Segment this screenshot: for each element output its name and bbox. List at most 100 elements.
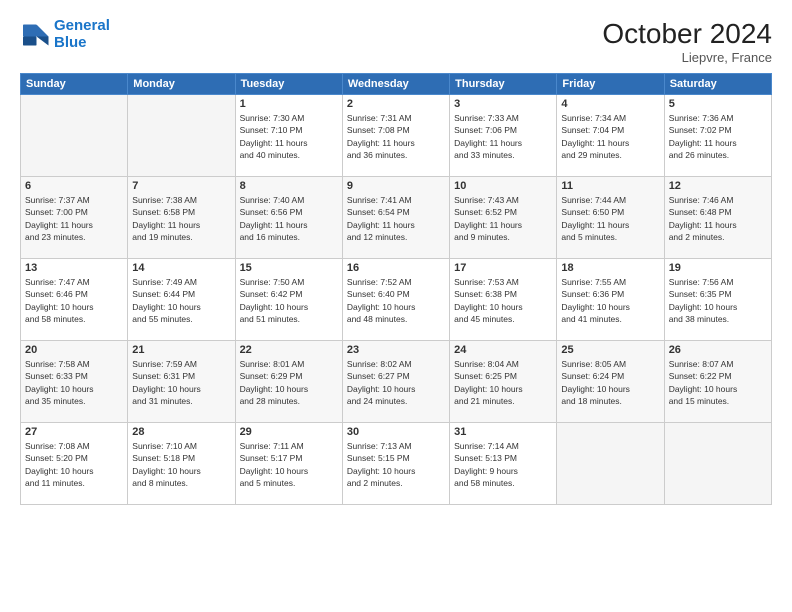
day-cell: 18 Sunrise: 7:55 AM Sunset: 6:36 PM Dayli… — [557, 259, 664, 341]
day-cell: 6 Sunrise: 7:37 AM Sunset: 7:00 PM Daylig… — [21, 177, 128, 259]
header-row: SundayMondayTuesdayWednesdayThursdayFrid… — [21, 74, 772, 95]
day-info: Sunrise: 7:10 AM Sunset: 5:18 PM Dayligh… — [132, 440, 230, 489]
day-cell: 13 Sunrise: 7:47 AM Sunset: 6:46 PM Dayli… — [21, 259, 128, 341]
day-number: 21 — [132, 344, 230, 356]
day-cell: 5Sunrise: 7:36 AM Sunset: 7:02 PM Daylig… — [664, 95, 771, 177]
day-info: Sunrise: 7:52 AM Sunset: 6:40 PM Dayligh… — [347, 276, 445, 325]
page: General Blue October 2024 Liepvre, Franc… — [0, 0, 792, 612]
month-title: October 2024 — [602, 18, 772, 50]
day-number: 29 — [240, 426, 338, 438]
day-cell: 22Sunrise: 8:01 AM Sunset: 6:29 PM Dayli… — [235, 341, 342, 423]
day-cell: 10 Sunrise: 7:43 AM Sunset: 6:52 PM Dayli… — [450, 177, 557, 259]
day-info: Sunrise: 7:31 AM Sunset: 7:08 PM Dayligh… — [347, 112, 445, 161]
day-cell: 30 Sunrise: 7:13 AM Sunset: 5:15 PM Dayli… — [342, 423, 449, 505]
day-info: Sunrise: 7:33 AM Sunset: 7:06 PM Dayligh… — [454, 112, 552, 161]
day-info: Sunrise: 7:55 AM Sunset: 6:36 PM Dayligh… — [561, 276, 659, 325]
day-number: 1 — [240, 98, 338, 110]
calendar-table: SundayMondayTuesdayWednesdayThursdayFrid… — [20, 73, 772, 505]
week-row-5: 27Sunrise: 7:08 AM Sunset: 5:20 PM Dayli… — [21, 423, 772, 505]
day-cell: 15Sunrise: 7:50 AM Sunset: 6:42 PM Dayli… — [235, 259, 342, 341]
day-cell: 3Sunrise: 7:33 AM Sunset: 7:06 PM Daylig… — [450, 95, 557, 177]
day-cell: 16Sunrise: 7:52 AM Sunset: 6:40 PM Dayli… — [342, 259, 449, 341]
day-info: Sunrise: 7:47 AM Sunset: 6:46 PM Dayligh… — [25, 276, 123, 325]
day-cell: 23Sunrise: 8:02 AM Sunset: 6:27 PM Dayli… — [342, 341, 449, 423]
day-cell: 7Sunrise: 7:38 AM Sunset: 6:58 PM Daylig… — [128, 177, 235, 259]
logo-line2: Blue — [54, 34, 87, 51]
week-row-3: 13 Sunrise: 7:47 AM Sunset: 6:46 PM Dayli… — [21, 259, 772, 341]
col-header-friday: Friday — [557, 74, 664, 95]
day-cell: 27Sunrise: 7:08 AM Sunset: 5:20 PM Dayli… — [21, 423, 128, 505]
week-row-2: 6 Sunrise: 7:37 AM Sunset: 7:00 PM Daylig… — [21, 177, 772, 259]
day-info: Sunrise: 7:44 AM Sunset: 6:50 PM Dayligh… — [561, 194, 659, 243]
day-info: Sunrise: 7:37 AM Sunset: 7:00 PM Dayligh… — [25, 194, 123, 243]
day-cell: 14Sunrise: 7:49 AM Sunset: 6:44 PM Dayli… — [128, 259, 235, 341]
day-cell: 20 Sunrise: 7:58 AM Sunset: 6:33 PM Dayli… — [21, 341, 128, 423]
location: Liepvre, France — [602, 50, 772, 65]
day-info: Sunrise: 7:30 AM Sunset: 7:10 PM Dayligh… — [240, 112, 338, 161]
day-number: 23 — [347, 344, 445, 356]
col-header-thursday: Thursday — [450, 74, 557, 95]
title-block: October 2024 Liepvre, France — [602, 18, 772, 65]
logo: General Blue — [20, 18, 110, 51]
day-cell: 21 Sunrise: 7:59 AM Sunset: 6:31 PM Dayli… — [128, 341, 235, 423]
day-number: 17 — [454, 262, 552, 274]
logo-line1: General — [54, 17, 110, 34]
header: General Blue October 2024 Liepvre, Franc… — [20, 18, 772, 65]
day-number: 30 — [347, 426, 445, 438]
day-info: Sunrise: 7:36 AM Sunset: 7:02 PM Dayligh… — [669, 112, 767, 161]
day-info: Sunrise: 7:46 AM Sunset: 6:48 PM Dayligh… — [669, 194, 767, 243]
day-cell: 26 Sunrise: 8:07 AM Sunset: 6:22 PM Dayli… — [664, 341, 771, 423]
day-info: Sunrise: 8:04 AM Sunset: 6:25 PM Dayligh… — [454, 358, 552, 407]
day-info: Sunrise: 8:01 AM Sunset: 6:29 PM Dayligh… — [240, 358, 338, 407]
day-number: 18 — [561, 262, 659, 274]
day-number: 25 — [561, 344, 659, 356]
day-number: 4 — [561, 98, 659, 110]
day-info: Sunrise: 7:41 AM Sunset: 6:54 PM Dayligh… — [347, 194, 445, 243]
day-info: Sunrise: 7:53 AM Sunset: 6:38 PM Dayligh… — [454, 276, 552, 325]
col-header-tuesday: Tuesday — [235, 74, 342, 95]
col-header-sunday: Sunday — [21, 74, 128, 95]
day-number: 27 — [25, 426, 123, 438]
day-number: 9 — [347, 180, 445, 192]
week-row-1: 1 Sunrise: 7:30 AM Sunset: 7:10 PM Daylig… — [21, 95, 772, 177]
day-info: Sunrise: 7:40 AM Sunset: 6:56 PM Dayligh… — [240, 194, 338, 243]
day-number: 24 — [454, 344, 552, 356]
day-cell: 11Sunrise: 7:44 AM Sunset: 6:50 PM Dayli… — [557, 177, 664, 259]
logo-text: General Blue — [54, 18, 110, 51]
day-number: 15 — [240, 262, 338, 274]
day-cell: 8 Sunrise: 7:40 AM Sunset: 6:56 PM Daylig… — [235, 177, 342, 259]
day-cell: 1 Sunrise: 7:30 AM Sunset: 7:10 PM Daylig… — [235, 95, 342, 177]
day-cell: 9 Sunrise: 7:41 AM Sunset: 6:54 PM Daylig… — [342, 177, 449, 259]
day-cell: 12 Sunrise: 7:46 AM Sunset: 6:48 PM Dayli… — [664, 177, 771, 259]
day-info: Sunrise: 7:13 AM Sunset: 5:15 PM Dayligh… — [347, 440, 445, 489]
day-info: Sunrise: 7:49 AM Sunset: 6:44 PM Dayligh… — [132, 276, 230, 325]
day-number: 26 — [669, 344, 767, 356]
day-cell: 17 Sunrise: 7:53 AM Sunset: 6:38 PM Dayli… — [450, 259, 557, 341]
day-info: Sunrise: 7:56 AM Sunset: 6:35 PM Dayligh… — [669, 276, 767, 325]
day-info: Sunrise: 8:07 AM Sunset: 6:22 PM Dayligh… — [669, 358, 767, 407]
day-number: 2 — [347, 98, 445, 110]
day-number: 31 — [454, 426, 552, 438]
day-cell — [557, 423, 664, 505]
day-info: Sunrise: 7:14 AM Sunset: 5:13 PM Dayligh… — [454, 440, 552, 489]
day-cell — [664, 423, 771, 505]
day-cell: 25 Sunrise: 8:05 AM Sunset: 6:24 PM Dayli… — [557, 341, 664, 423]
day-number: 8 — [240, 180, 338, 192]
day-info: Sunrise: 7:34 AM Sunset: 7:04 PM Dayligh… — [561, 112, 659, 161]
day-number: 12 — [669, 180, 767, 192]
col-header-saturday: Saturday — [664, 74, 771, 95]
day-number: 20 — [25, 344, 123, 356]
day-number: 6 — [25, 180, 123, 192]
day-number: 13 — [25, 262, 123, 274]
week-row-4: 20 Sunrise: 7:58 AM Sunset: 6:33 PM Dayli… — [21, 341, 772, 423]
day-info: Sunrise: 7:43 AM Sunset: 6:52 PM Dayligh… — [454, 194, 552, 243]
day-cell: 29Sunrise: 7:11 AM Sunset: 5:17 PM Dayli… — [235, 423, 342, 505]
day-info: Sunrise: 8:05 AM Sunset: 6:24 PM Dayligh… — [561, 358, 659, 407]
day-number: 7 — [132, 180, 230, 192]
day-cell — [21, 95, 128, 177]
logo-icon — [20, 20, 50, 50]
day-info: Sunrise: 7:59 AM Sunset: 6:31 PM Dayligh… — [132, 358, 230, 407]
day-number: 19 — [669, 262, 767, 274]
day-info: Sunrise: 7:58 AM Sunset: 6:33 PM Dayligh… — [25, 358, 123, 407]
day-number: 10 — [454, 180, 552, 192]
